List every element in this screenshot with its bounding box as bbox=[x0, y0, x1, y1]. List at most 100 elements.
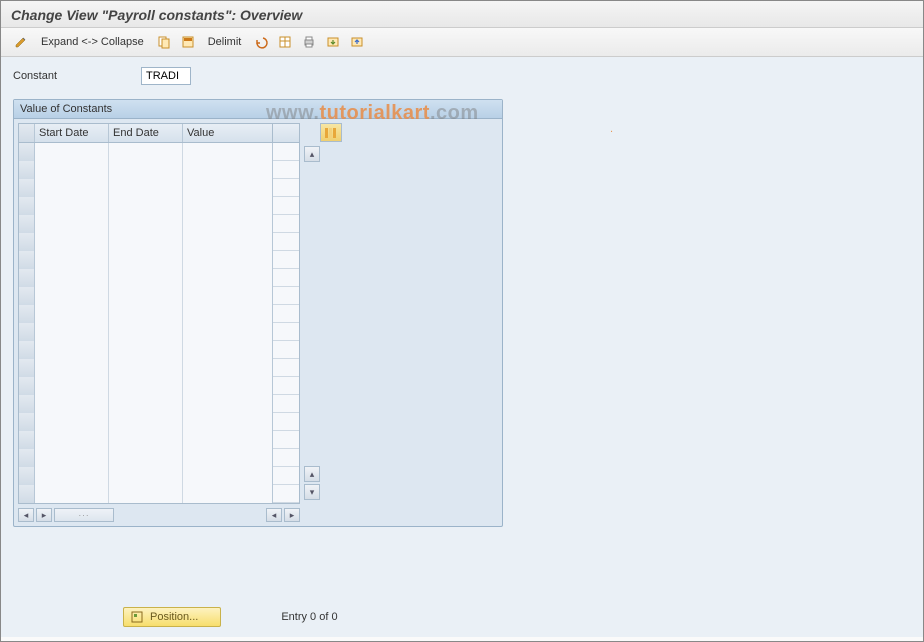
table-row[interactable] bbox=[19, 197, 299, 215]
hscroll-left-start-icon[interactable]: ◂ bbox=[18, 508, 34, 522]
table-row[interactable] bbox=[19, 161, 299, 179]
grid-header-selector[interactable] bbox=[19, 124, 35, 142]
row-selector[interactable] bbox=[19, 395, 35, 413]
cell-start-date[interactable] bbox=[35, 449, 109, 467]
export-icon[interactable] bbox=[323, 32, 343, 52]
cell-end-date[interactable] bbox=[109, 143, 183, 161]
cell-start-date[interactable] bbox=[35, 287, 109, 305]
cell-end-date[interactable] bbox=[109, 449, 183, 467]
column-configuration-icon[interactable] bbox=[320, 123, 342, 142]
cell-value[interactable] bbox=[183, 395, 273, 413]
cell-start-date[interactable] bbox=[35, 251, 109, 269]
cell-start-date[interactable] bbox=[35, 215, 109, 233]
cell-start-date[interactable] bbox=[35, 305, 109, 323]
row-selector[interactable] bbox=[19, 413, 35, 431]
cell-start-date[interactable] bbox=[35, 341, 109, 359]
constant-input[interactable] bbox=[141, 67, 191, 85]
row-selector[interactable] bbox=[19, 341, 35, 359]
cell-end-date[interactable] bbox=[109, 233, 183, 251]
cell-start-date[interactable] bbox=[35, 197, 109, 215]
cell-value[interactable] bbox=[183, 269, 273, 287]
cell-start-date[interactable] bbox=[35, 431, 109, 449]
cell-value[interactable] bbox=[183, 287, 273, 305]
table-settings-icon[interactable] bbox=[275, 32, 295, 52]
cell-value[interactable] bbox=[183, 323, 273, 341]
cell-start-date[interactable] bbox=[35, 323, 109, 341]
cell-end-date[interactable] bbox=[109, 287, 183, 305]
cell-value[interactable] bbox=[183, 233, 273, 251]
row-selector[interactable] bbox=[19, 287, 35, 305]
cell-start-date[interactable] bbox=[35, 179, 109, 197]
cell-value[interactable] bbox=[183, 143, 273, 161]
cell-start-date[interactable] bbox=[35, 233, 109, 251]
row-selector[interactable] bbox=[19, 359, 35, 377]
table-row[interactable] bbox=[19, 269, 299, 287]
vscroll-up-icon[interactable]: ▴ bbox=[304, 146, 320, 162]
cell-end-date[interactable] bbox=[109, 323, 183, 341]
table-row[interactable] bbox=[19, 305, 299, 323]
grid-header-end-date[interactable]: End Date bbox=[109, 124, 183, 142]
cell-end-date[interactable] bbox=[109, 251, 183, 269]
row-selector[interactable] bbox=[19, 467, 35, 485]
cell-end-date[interactable] bbox=[109, 359, 183, 377]
table-row[interactable] bbox=[19, 413, 299, 431]
cell-value[interactable] bbox=[183, 251, 273, 269]
cell-end-date[interactable] bbox=[109, 467, 183, 485]
cell-end-date[interactable] bbox=[109, 395, 183, 413]
cell-end-date[interactable] bbox=[109, 305, 183, 323]
cell-start-date[interactable] bbox=[35, 269, 109, 287]
cell-end-date[interactable] bbox=[109, 179, 183, 197]
grid-header-value[interactable]: Value bbox=[183, 124, 273, 142]
cell-value[interactable] bbox=[183, 431, 273, 449]
delimit-button[interactable]: Delimit bbox=[202, 36, 248, 48]
vscroll-up2-icon[interactable]: ▴ bbox=[304, 466, 320, 482]
print-icon[interactable] bbox=[299, 32, 319, 52]
hscroll-left-icon[interactable]: ▸ bbox=[36, 508, 52, 522]
row-selector[interactable] bbox=[19, 215, 35, 233]
expand-collapse-button[interactable]: Expand <-> Collapse bbox=[35, 36, 150, 48]
edit-icon[interactable] bbox=[11, 32, 31, 52]
table-row[interactable] bbox=[19, 323, 299, 341]
row-selector[interactable] bbox=[19, 269, 35, 287]
row-selector[interactable] bbox=[19, 431, 35, 449]
row-selector[interactable] bbox=[19, 449, 35, 467]
row-selector[interactable] bbox=[19, 143, 35, 161]
table-row[interactable] bbox=[19, 449, 299, 467]
undo-icon[interactable] bbox=[251, 32, 271, 52]
row-selector[interactable] bbox=[19, 197, 35, 215]
table-row[interactable] bbox=[19, 377, 299, 395]
cell-end-date[interactable] bbox=[109, 215, 183, 233]
cell-start-date[interactable] bbox=[35, 467, 109, 485]
hscroll-thumb[interactable]: ··· bbox=[54, 508, 114, 522]
row-selector[interactable] bbox=[19, 233, 35, 251]
table-row[interactable] bbox=[19, 341, 299, 359]
cell-start-date[interactable] bbox=[35, 413, 109, 431]
table-row[interactable] bbox=[19, 287, 299, 305]
row-selector[interactable] bbox=[19, 305, 35, 323]
cell-end-date[interactable] bbox=[109, 197, 183, 215]
table-row[interactable] bbox=[19, 233, 299, 251]
table-row[interactable] bbox=[19, 143, 299, 161]
select-all-icon[interactable] bbox=[178, 32, 198, 52]
row-selector[interactable] bbox=[19, 323, 35, 341]
cell-value[interactable] bbox=[183, 179, 273, 197]
table-row[interactable] bbox=[19, 431, 299, 449]
cell-end-date[interactable] bbox=[109, 413, 183, 431]
vscroll-down-icon[interactable]: ▾ bbox=[304, 484, 320, 500]
table-row[interactable] bbox=[19, 395, 299, 413]
cell-value[interactable] bbox=[183, 215, 273, 233]
cell-value[interactable] bbox=[183, 377, 273, 395]
row-selector[interactable] bbox=[19, 179, 35, 197]
row-selector[interactable] bbox=[19, 377, 35, 395]
hscroll-right-icon[interactable]: ◂ bbox=[266, 508, 282, 522]
cell-value[interactable] bbox=[183, 359, 273, 377]
cell-value[interactable] bbox=[183, 413, 273, 431]
cell-start-date[interactable] bbox=[35, 395, 109, 413]
table-row[interactable] bbox=[19, 485, 299, 503]
cell-value[interactable] bbox=[183, 161, 273, 179]
cell-start-date[interactable] bbox=[35, 143, 109, 161]
row-selector[interactable] bbox=[19, 161, 35, 179]
cell-value[interactable] bbox=[183, 197, 273, 215]
table-row[interactable] bbox=[19, 359, 299, 377]
table-row[interactable] bbox=[19, 251, 299, 269]
